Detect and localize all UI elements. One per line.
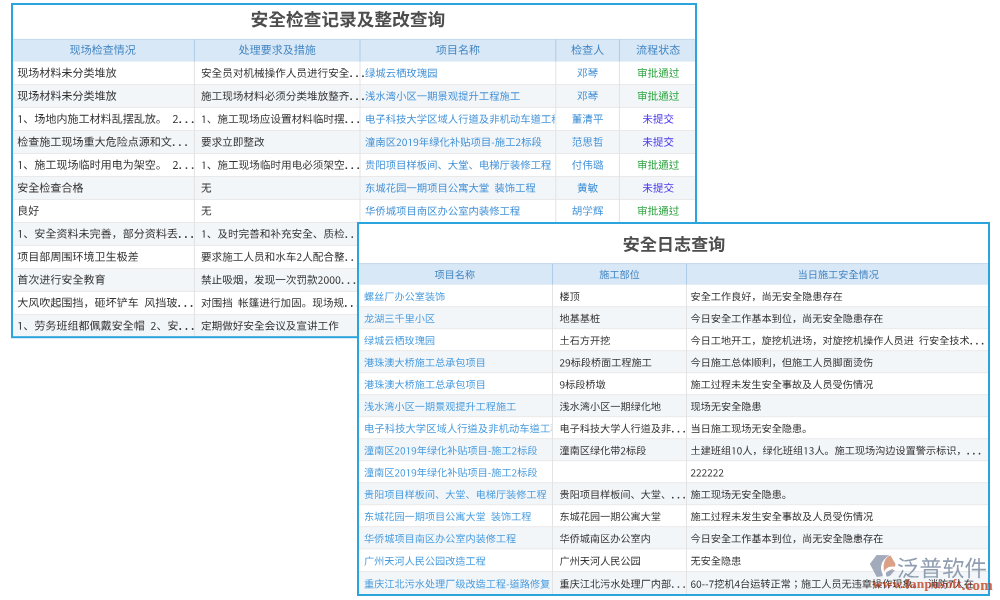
svg-text:www.fanpusoft.com: www.fanpusoft.com [873,576,994,593]
